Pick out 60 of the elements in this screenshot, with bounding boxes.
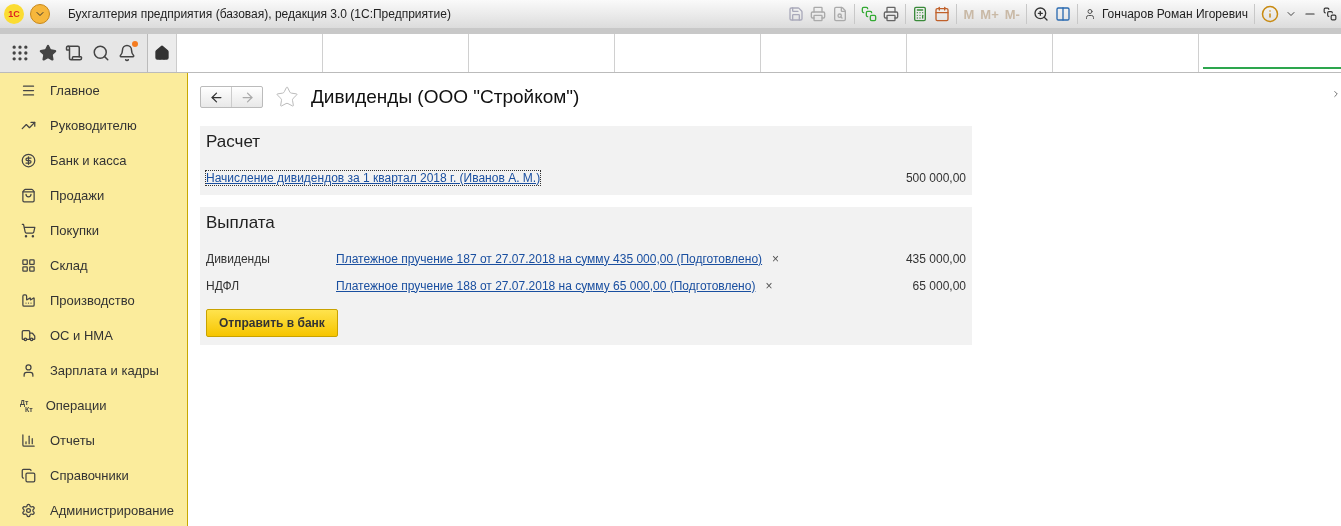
- user-name[interactable]: Гончаров Роман Игоревич: [1101, 7, 1248, 21]
- calculator-icon[interactable]: [912, 6, 929, 22]
- sidebar-item[interactable]: Склад: [50, 258, 88, 273]
- arrow-right-icon: [239, 89, 255, 105]
- home-icon: [153, 45, 170, 61]
- favorite-star-icon[interactable]: [275, 85, 299, 109]
- cart-icon: [21, 223, 36, 238]
- notification-dot: [131, 41, 138, 47]
- truck-icon: [21, 328, 36, 343]
- pages-icon: [21, 468, 36, 483]
- bar-chart-icon: [21, 433, 36, 448]
- search-icon[interactable]: [91, 44, 110, 62]
- main-menu-button[interactable]: [30, 4, 50, 24]
- row-label: Дивиденды: [206, 251, 271, 266]
- sidebar-item[interactable]: Покупки: [50, 223, 99, 238]
- sidebar-item[interactable]: Продажи: [50, 188, 105, 203]
- document-link[interactable]: Начисление дивидендов за 1 квартал 2018 г. (Иванов А. М.): [206, 170, 541, 185]
- save-icon[interactable]: [788, 6, 805, 22]
- document-link[interactable]: Платежное пручение 188 от 27.07.2018 на сумму 65 000,00 (Подготовлено): [336, 278, 756, 293]
- scroll-icon[interactable]: [65, 44, 84, 62]
- sidebar-item[interactable]: Банк и касса: [50, 153, 127, 168]
- clear-button[interactable]: ×: [765, 278, 773, 293]
- coin-icon: [21, 153, 36, 168]
- panel-icon[interactable]: [1054, 6, 1071, 22]
- info-icon[interactable]: [1261, 5, 1279, 23]
- amount: 65 000,00: [912, 278, 966, 293]
- preview-icon[interactable]: [832, 6, 849, 22]
- section-title: Выплата: [206, 213, 276, 233]
- zoom-icon[interactable]: [1032, 6, 1049, 22]
- sidebar-item[interactable]: ОС и НМА: [50, 328, 113, 343]
- sidebar-item[interactable]: Производство: [50, 293, 135, 308]
- sidebar-item[interactable]: Справочники: [50, 468, 129, 483]
- sidebar-item[interactable]: Руководителю: [50, 118, 137, 133]
- sidebar-item[interactable]: Зарплата и кадры: [50, 363, 159, 378]
- app-logo[interactable]: 1С: [4, 4, 24, 24]
- print-icon[interactable]: [810, 6, 827, 22]
- window-title: Бухгалтерия предприятия (базовая), редакция 3.0 (1С:Предприятие): [68, 7, 452, 21]
- bag-icon: [21, 188, 36, 203]
- sidebar-item[interactable]: Операции: [45, 398, 107, 413]
- settings-icon: [21, 503, 36, 518]
- person-icon: [21, 363, 36, 378]
- section-title: Расчет: [206, 132, 262, 152]
- sidebar-item[interactable]: Администрирование: [50, 503, 174, 518]
- sidebar-item[interactable]: Главное: [50, 83, 100, 98]
- home-button[interactable]: [147, 34, 177, 72]
- factory-icon: [21, 293, 36, 308]
- document-link[interactable]: Платежное пручение 187 от 27.07.2018 на сумму 435 000,00 (Подготовлено): [336, 251, 763, 266]
- amount: 500 000,00: [905, 170, 966, 185]
- clear-button[interactable]: ×: [772, 251, 780, 266]
- sidebar-item[interactable]: Отчеты: [50, 433, 95, 448]
- user-icon: [1083, 8, 1096, 20]
- bell-icon[interactable]: [118, 44, 137, 62]
- form-title: Дивиденды (ООО "Стройком"): [311, 86, 580, 108]
- row-label: НДФЛ: [206, 278, 241, 293]
- star-icon[interactable]: [38, 44, 57, 62]
- send-to-bank-button[interactable]: Отправить в банк: [206, 309, 338, 337]
- amount: 435 000,00: [905, 251, 966, 266]
- grid-icon: [21, 258, 36, 273]
- calendar-icon[interactable]: [934, 6, 951, 22]
- list-icon: [21, 83, 36, 98]
